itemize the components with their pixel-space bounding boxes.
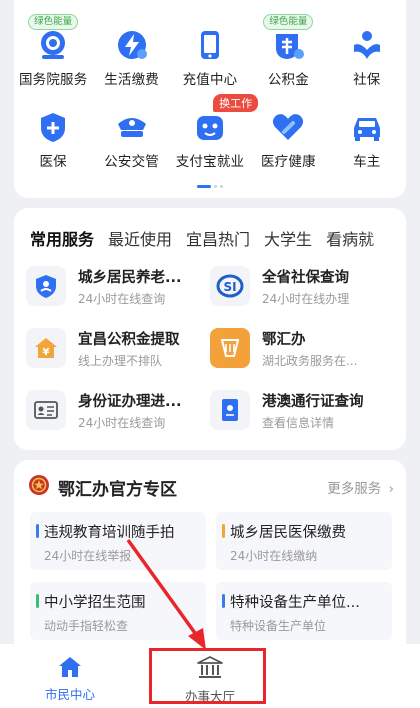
grid-item-label: 医疗健康 (260, 154, 316, 170)
ehuiban-logo-icon (210, 328, 250, 368)
grid-item-label: 医保 (39, 154, 67, 170)
nav-label: 市民中心 (44, 687, 95, 702)
grid-item-alipay-jobs[interactable]: 换工作 支付宝就业 (171, 94, 259, 170)
grid-item-label: 生活缴费 (104, 72, 159, 88)
social-security-icon (350, 28, 384, 62)
service-id-card[interactable]: 身份证办理进... 24小时在线查询 (26, 388, 210, 432)
robot-icon (193, 110, 227, 144)
services-card: 常用服务 最近使用 宜昌热门 大学生 看病就 城乡居民养老... 24小时在线查… (14, 208, 406, 450)
svg-text:SI: SI (223, 280, 236, 294)
bolt-icon (115, 28, 149, 62)
grid-item-label: 车主 (353, 154, 381, 170)
zone-item-special-equipment[interactable]: 特种设备生产单位... 特种设备生产单位 (216, 582, 392, 640)
service-title: 身份证办理进... (78, 393, 182, 410)
zone-item-school-enrollment[interactable]: 中小学招生范围 动动手指轻松查 (30, 582, 206, 640)
grid-item-label: 充值中心 (182, 72, 238, 88)
nav-label: 办事大厅 (184, 689, 235, 704)
zone-item-title: 中小学招生范围 (44, 595, 146, 611)
service-subtitle: 线上办理不排队 (78, 353, 163, 368)
zone-header: 鄂汇办官方专区 (28, 474, 177, 500)
grid-item-medical-insurance[interactable]: 医保 (14, 96, 92, 170)
zone-item-subtitle: 特种设备生产单位 (230, 619, 327, 633)
grid-item-health[interactable]: 医疗健康 (249, 96, 327, 170)
service-title: 鄂汇办 (262, 331, 306, 348)
grid-item-state-council[interactable]: 绿色能量 国务院服务 (14, 14, 92, 88)
service-subtitle: 24小时在线查询 (78, 415, 166, 430)
si-logo-icon: SI (210, 266, 250, 306)
service-subtitle: 湖北政务服务在... (262, 353, 358, 368)
zone-item-title: 城乡居民医保缴费 (230, 525, 346, 541)
bottom-nav: 市民中心 办事大厅 (0, 644, 420, 708)
tab-common[interactable]: 常用服务 (30, 226, 94, 250)
house-money-icon: ¥ (26, 328, 66, 368)
grid-item-label: 支付宝就业 (175, 154, 245, 170)
housing-fund-icon (271, 28, 305, 62)
grid-item-label: 公积金 (267, 72, 309, 88)
service-subtitle: 24小时在线办理 (262, 291, 350, 306)
grid-item-label: 公安交管 (104, 154, 159, 170)
shield-face-icon (26, 266, 66, 306)
service-hk-macao-permit[interactable]: 港澳通行证查询 查看信息详情 (210, 388, 394, 432)
passport-icon (210, 390, 250, 430)
service-title: 城乡居民养老... (78, 269, 182, 286)
grid-item-police-traffic[interactable]: 公安交管 (92, 96, 170, 170)
zone-item-medical-payment[interactable]: 城乡居民医保缴费 24小时在线缴纳 (216, 512, 392, 570)
zone-title: 鄂汇办官方专区 (58, 479, 177, 500)
function-grid: 绿色能量 国务院服务 生活缴费 充值中心 绿色能量 公积金 社保 医保 公安交管… (14, 14, 406, 170)
more-services-label: 更多服务 (327, 481, 382, 497)
grid-item-living-payment[interactable]: 生活缴费 (92, 14, 170, 88)
service-ehuiban[interactable]: 鄂汇办 湖北政务服务在... (210, 326, 394, 370)
state-council-icon (36, 28, 70, 62)
car-icon (350, 110, 384, 144)
service-title: 港澳通行证查询 (262, 393, 364, 410)
grid-item-housing-fund[interactable]: 绿色能量 公积金 (249, 14, 327, 88)
medical-insurance-icon (36, 110, 70, 144)
tab-recent[interactable]: 最近使用 (108, 226, 172, 250)
service-title: 宜昌公积金提取 (78, 331, 180, 348)
nav-service-hall[interactable]: 办事大厅 (140, 644, 280, 708)
tab-yichang-hot[interactable]: 宜昌热门 (186, 226, 250, 250)
service-subtitle: 24小时在线查询 (78, 291, 166, 306)
grid-item-social-security[interactable]: 社保 (328, 14, 406, 88)
zone-item-title: 特种设备生产单位... (230, 595, 360, 611)
heart-icon (271, 110, 305, 144)
zone-list: 违规教育培训随手拍 24小时在线举报 城乡居民医保缴费 24小时在线缴纳 中小学… (30, 512, 392, 640)
service-subtitle: 查看信息详情 (262, 415, 335, 430)
service-list: 城乡居民养老... 24小时在线查询 SI 全省社保查询 24小时在线办理 ¥ … (26, 264, 394, 432)
service-tabs: 常用服务 最近使用 宜昌热门 大学生 看病就 (30, 226, 374, 250)
service-housing-withdraw[interactable]: ¥ 宜昌公积金提取 线上办理不排队 (26, 326, 210, 370)
chevron-right-icon: › (388, 481, 394, 497)
service-pension[interactable]: 城乡居民养老... 24小时在线查询 (26, 264, 210, 308)
home-icon (58, 657, 82, 682)
grid-item-recharge[interactable]: 充值中心 (171, 14, 249, 88)
zone-item-subtitle: 24小时在线举报 (44, 549, 132, 563)
zone-item-training-report[interactable]: 违规教育培训随手拍 24小时在线举报 (30, 512, 206, 570)
zone-item-subtitle: 24小时在线缴纳 (230, 549, 318, 563)
government-building-icon (197, 656, 223, 684)
page-indicator (197, 185, 223, 188)
grid-item-label: 社保 (353, 72, 381, 88)
police-cap-icon (115, 110, 149, 144)
emblem-icon (28, 474, 50, 500)
tab-college[interactable]: 大学生 (264, 226, 312, 250)
id-card-icon (26, 390, 66, 430)
grid-item-label: 国务院服务 (18, 72, 88, 88)
grid-item-car-owner[interactable]: 车主 (328, 96, 406, 170)
nav-citizen-center[interactable]: 市民中心 (0, 644, 140, 708)
nav-empty-slot (280, 644, 420, 708)
service-title: 全省社保查询 (262, 269, 349, 286)
phone-icon (193, 28, 227, 62)
zone-item-subtitle: 动动手指轻松查 (44, 619, 129, 633)
more-services-link[interactable]: 更多服务 › (327, 477, 394, 497)
function-grid-card: 绿色能量 国务院服务 生活缴费 充值中心 绿色能量 公积金 社保 医保 公安交管… (14, 0, 406, 198)
zone-item-title: 违规教育培训随手拍 (44, 525, 175, 541)
svg-text:¥: ¥ (43, 347, 50, 358)
service-social-query[interactable]: SI 全省社保查询 24小时在线办理 (210, 264, 394, 308)
